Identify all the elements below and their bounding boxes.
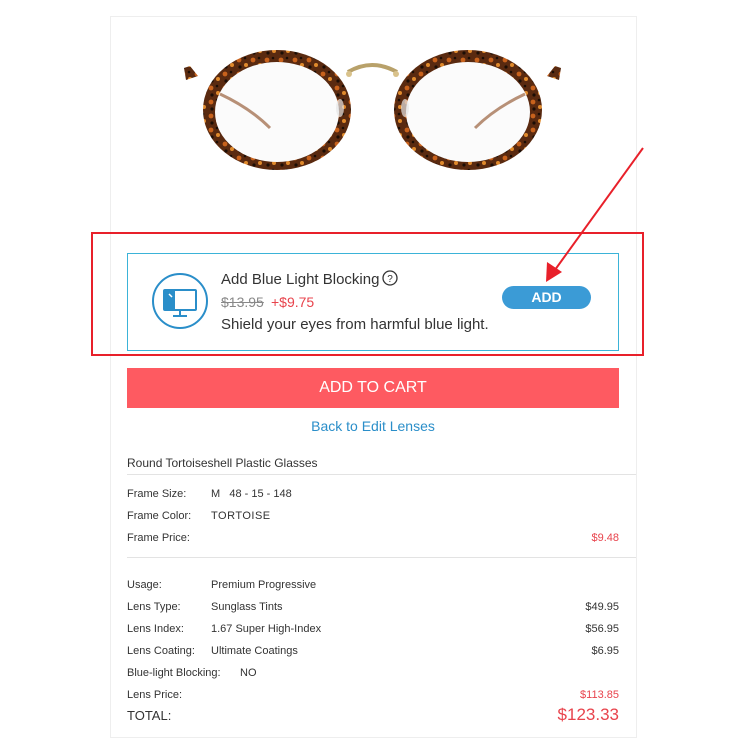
product-image	[184, 50, 561, 170]
divider	[127, 474, 636, 475]
usage-label: Usage:	[127, 579, 162, 591]
lens-type-label: Lens Type:	[127, 601, 181, 613]
frame-price-value: $9.48	[591, 532, 619, 544]
lens-index-price: $56.95	[585, 623, 619, 635]
lens-index-value: 1.67 Super High-Index	[211, 623, 322, 635]
blue-light-blocking-label: Blue-light Blocking:	[127, 667, 221, 679]
lens-price-value: $113.85	[580, 689, 619, 701]
lens-coating-value: Ultimate Coatings	[211, 645, 298, 657]
product-name: Round Tortoiseshell Plastic Glasses	[127, 456, 318, 470]
add-to-cart-button[interactable]: ADD TO CART	[127, 368, 619, 408]
frame-size-value: M 48 - 15 - 148	[211, 488, 292, 500]
lens-type-price: $49.95	[585, 601, 619, 613]
lens-type-value: Sunglass Tints	[211, 601, 283, 613]
divider	[127, 557, 636, 558]
annotation-arrow-icon	[546, 147, 644, 282]
frame-price-label: Frame Price:	[127, 532, 190, 544]
frame-color-label: Frame Color:	[127, 510, 192, 522]
back-to-edit-lenses-link[interactable]: Back to Edit Lenses	[127, 418, 619, 434]
usage-value: Premium Progressive	[211, 579, 317, 591]
total-value: $123.33	[557, 705, 619, 724]
lens-coating-price: $6.95	[591, 645, 619, 657]
frame-size-label: Frame Size:	[127, 488, 187, 500]
blue-light-blocking-value: NO	[240, 667, 257, 679]
lens-index-label: Lens Index:	[127, 623, 184, 635]
lens-coating-label: Lens Coating:	[127, 645, 195, 657]
lens-price-label: Lens Price:	[127, 689, 183, 701]
frame-color-value: TORTOISE	[211, 510, 271, 522]
total-label: TOTAL:	[127, 708, 172, 723]
